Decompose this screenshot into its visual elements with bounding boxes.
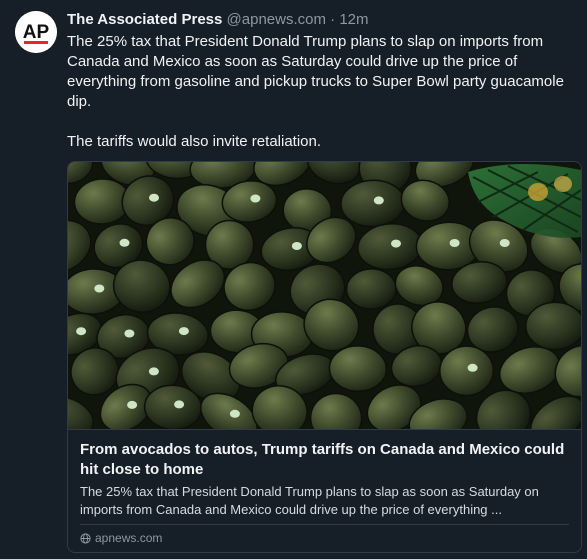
card-separator [80, 524, 569, 525]
avocado-photo [68, 162, 581, 429]
link-card-title[interactable]: From avocados to autos, Trump tariffs on… [80, 440, 575, 480]
link-card-description: The 25% tax that President Donald Trump … [80, 484, 539, 517]
produce-sticker [373, 196, 384, 205]
post-timestamp[interactable]: 12m [339, 11, 368, 28]
produce-sticker [148, 367, 159, 376]
meta-separator: · [330, 11, 336, 28]
produce-sticker [76, 327, 87, 336]
link-card-image[interactable] [68, 162, 581, 429]
produce-sticker [391, 239, 401, 248]
author-handle[interactable]: @apnews.com [227, 11, 326, 28]
link-card[interactable]: From avocados to autos, Trump tariffs on… [67, 161, 582, 553]
produce-sticker [467, 363, 478, 372]
produce-sticker [449, 239, 460, 247]
post-body: The 25% tax that President Donald Trump … [67, 32, 582, 152]
ap-logo-icon: AP [15, 11, 57, 53]
post-header: The Associated Press @apnews.com · 12m [67, 10, 577, 30]
link-card-domain-row[interactable]: apnews.com [80, 530, 162, 546]
produce-sticker [291, 242, 302, 250]
author-display-name[interactable]: The Associated Press [67, 11, 222, 28]
globe-icon [80, 533, 91, 544]
produce-sticker [119, 238, 130, 247]
card-divider [68, 429, 581, 430]
produce-sticker [229, 409, 240, 418]
post[interactable]: AP The Associated Press @apnews.com · 12… [0, 0, 587, 559]
produce-sticker [499, 239, 510, 247]
post-paragraph: The tariffs would also invite retaliatio… [67, 133, 322, 150]
produce-sticker [174, 400, 185, 409]
avocado [525, 301, 581, 351]
produce-sticker [124, 329, 135, 338]
produce-sticker [178, 327, 189, 336]
produce-sticker [149, 193, 159, 202]
produce-sticker [94, 284, 105, 293]
produce-sticker [250, 194, 261, 203]
author-avatar[interactable]: AP [15, 11, 57, 53]
post-paragraph: The 25% tax that President Donald Trump … [67, 33, 564, 110]
produce-sticker [127, 400, 138, 409]
avocado [345, 268, 397, 310]
avatar-text: AP [23, 22, 50, 43]
link-card-domain: apnews.com [95, 531, 163, 545]
